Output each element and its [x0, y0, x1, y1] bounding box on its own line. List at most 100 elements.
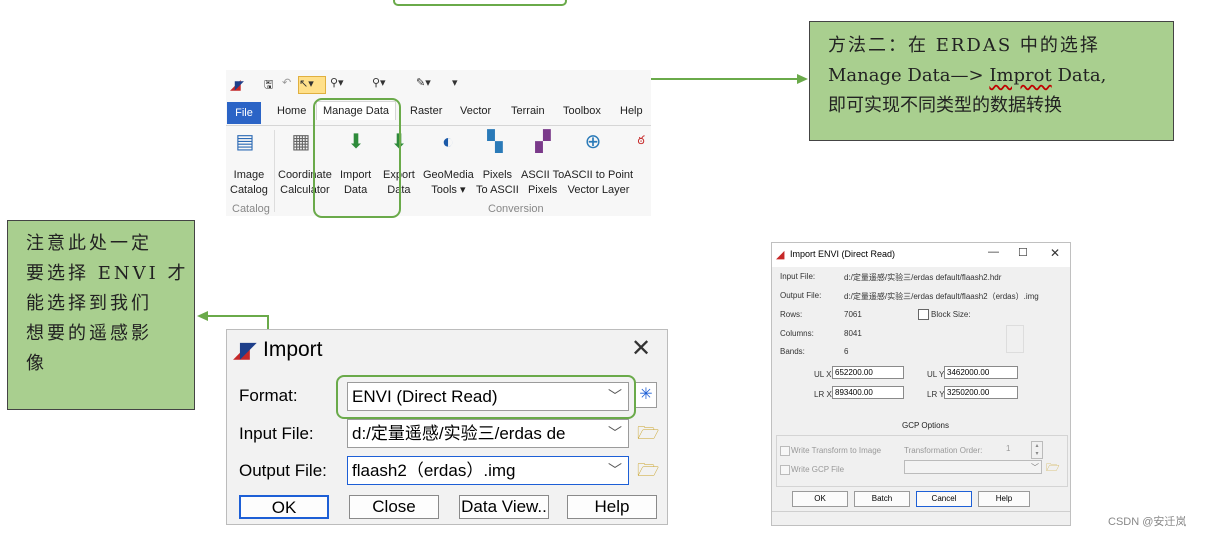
order-spinner-icon[interactable]: ▴ ▾: [1031, 441, 1043, 459]
ribbon-tabs: File Home Manage Data Raster Vector Terr…: [226, 101, 651, 126]
pixels-to-ascii-button[interactable]: Pixels To ASCII: [476, 168, 519, 198]
ascii-to-pixels-button[interactable]: ASCII To Pixels: [521, 168, 564, 198]
highlight-format: [336, 375, 636, 419]
input-file-value: d:/定量遥感/实验三/erdas de: [352, 424, 566, 443]
dialog-title: Import: [263, 338, 323, 361]
label-geomedia: GeoMedia: [423, 169, 474, 181]
ascii-to-point-button[interactable]: ASCII to Point Vector Layer: [564, 168, 633, 198]
label-ascii-to-point: ASCII to Point: [564, 169, 634, 181]
input-file-label: Input File:: [780, 272, 816, 281]
open-folder-icon[interactable]: 🗁: [637, 421, 659, 451]
zoom-in-icon[interactable]: ⚲▾: [330, 76, 344, 94]
highlight-import-data: [313, 98, 401, 218]
customize-toolbar-icon[interactable]: ▾: [452, 76, 458, 94]
select-tool-icon[interactable]: ↖▾: [298, 76, 326, 94]
bands-value: 6: [844, 347, 849, 356]
envi-help-button[interactable]: Help: [978, 491, 1030, 507]
close-button[interactable]: Close: [349, 495, 439, 519]
image-catalog-button[interactable]: Image Catalog: [230, 168, 268, 198]
zoom-out-icon[interactable]: ⚲▾: [372, 76, 386, 94]
rows-label: Rows:: [780, 310, 803, 319]
arrowhead-left: [197, 311, 208, 321]
envi-ok-button[interactable]: OK: [792, 491, 848, 507]
label-tools: Tools ▾: [431, 184, 466, 196]
import-dialog: ◢◤ Import ✕ Format: ENVI (Direct Read) ﹀ …: [226, 329, 668, 525]
label-ascii-pixels: Pixels: [527, 184, 558, 196]
erdas-logo-icon: ◢: [776, 249, 785, 261]
geomedia-tools-button[interactable]: GeoMedia Tools ▾: [423, 168, 474, 198]
block-size-checkbox[interactable]: [918, 309, 929, 320]
ulx-input[interactable]: 652200.00: [832, 366, 904, 379]
coordinate-calculator-icon[interactable]: ▦: [286, 132, 316, 152]
transformation-order-label: Transformation Order:: [904, 446, 983, 455]
gcp-options-label: GCP Options: [902, 421, 949, 430]
tab-vector[interactable]: Vector: [460, 105, 491, 117]
open-folder-icon[interactable]: 🗁: [637, 458, 659, 488]
erdas-logo-icon: ◢◤: [230, 76, 245, 92]
columns-value: 8041: [844, 329, 862, 338]
envi-dialog-title: Import ENVI (Direct Read): [790, 249, 896, 259]
tab-file[interactable]: File: [227, 102, 261, 124]
block-size-label: Block Size:: [931, 310, 971, 319]
group-conversion-label: Conversion: [488, 203, 544, 215]
output-file-label: Output File:: [239, 461, 327, 480]
label-ascii-to: ASCII To: [521, 169, 565, 181]
input-file-value: d:/定量遥感/实验三/erdas default/flaash2.hdr: [844, 273, 1002, 282]
output-file-select[interactable]: flaash2（erdas）.img ﹀: [347, 456, 629, 485]
lrx-input[interactable]: 893400.00: [832, 386, 904, 399]
import-envi-dialog: ◢ Import ENVI (Direct Read) — ☐ ✕ Input …: [771, 242, 1071, 526]
arrowhead-top: [797, 74, 808, 84]
minimize-icon[interactable]: —: [988, 246, 999, 258]
output-file-value: flaash2（erdas）.img: [352, 461, 516, 480]
close-icon[interactable]: ✕: [1050, 246, 1060, 260]
chevron-down-icon: ﹀: [604, 420, 622, 447]
save-icon[interactable]: 🖫: [264, 76, 273, 94]
extra-tool-icon[interactable]: ఠ: [626, 130, 656, 150]
erdas-ribbon: ◢◤ 🖫 ↶ ↖▾ ⚲▾ ⚲▾ ✎▾ ▾ File Home Manage Da…: [226, 70, 651, 216]
uly-input[interactable]: 3462000.00: [944, 366, 1018, 379]
write-transform-label: Write Transform to Image: [791, 446, 882, 455]
lry-input[interactable]: 3250200.00: [944, 386, 1018, 399]
maximize-icon[interactable]: ☐: [1018, 246, 1028, 259]
input-file-select[interactable]: d:/定量遥感/实验三/erdas de ﹀: [347, 419, 629, 448]
open-folder-icon[interactable]: 🗁: [1046, 459, 1060, 478]
ok-button[interactable]: OK: [239, 495, 329, 519]
ascii-to-point-icon[interactable]: ⊕: [578, 132, 608, 152]
pan-icon[interactable]: ✎▾: [416, 76, 431, 94]
label-pixels: Pixels: [482, 169, 513, 181]
ascii-to-pixels-icon[interactable]: ▞: [528, 132, 558, 152]
geomedia-tools-icon[interactable]: ◐: [433, 132, 463, 152]
input-file-label: Input File:: [239, 424, 314, 443]
rows-value: 7061: [844, 310, 862, 319]
write-gcp-label: Write GCP File: [791, 465, 845, 474]
group-divider: [274, 130, 275, 212]
help-button[interactable]: Help: [567, 495, 657, 519]
ulx-label: UL X:: [814, 370, 834, 379]
envi-batch-button[interactable]: Batch: [854, 491, 910, 507]
titlebar: ◢ Import ENVI (Direct Read) — ☐ ✕: [772, 243, 1070, 267]
image-catalog-icon[interactable]: ▤: [230, 132, 260, 152]
tab-toolbox[interactable]: Toolbox: [563, 105, 601, 117]
group-catalog-label: Catalog: [232, 203, 270, 215]
tab-terrain[interactable]: Terrain: [511, 105, 545, 117]
undo-icon[interactable]: ↶: [282, 76, 291, 94]
close-icon[interactable]: ✕: [631, 334, 651, 363]
write-gcp-checkbox[interactable]: [780, 465, 790, 475]
tab-raster[interactable]: Raster: [410, 105, 442, 117]
tab-home[interactable]: Home: [277, 105, 306, 117]
lrx-label: LR X:: [814, 390, 835, 399]
pixels-to-ascii-icon[interactable]: ▚: [480, 132, 510, 152]
gcp-file-select[interactable]: ﹀: [904, 460, 1042, 474]
tab-help[interactable]: Help: [620, 105, 643, 117]
envi-cancel-button[interactable]: Cancel: [916, 491, 972, 507]
bands-label: Bands:: [780, 347, 805, 356]
data-view-button[interactable]: Data View..: [459, 495, 549, 519]
format-options-icon[interactable]: ✳: [635, 382, 657, 408]
status-divider: [772, 511, 1070, 512]
label-to-ascii: To ASCII: [476, 184, 519, 196]
write-transform-checkbox[interactable]: [780, 446, 790, 456]
chevron-down-icon: ﹀: [608, 462, 622, 478]
label-vector-layer: Vector Layer: [567, 184, 630, 196]
erdas-logo-icon: ◢◤: [233, 337, 257, 362]
block-size-spinner[interactable]: [1006, 325, 1024, 353]
